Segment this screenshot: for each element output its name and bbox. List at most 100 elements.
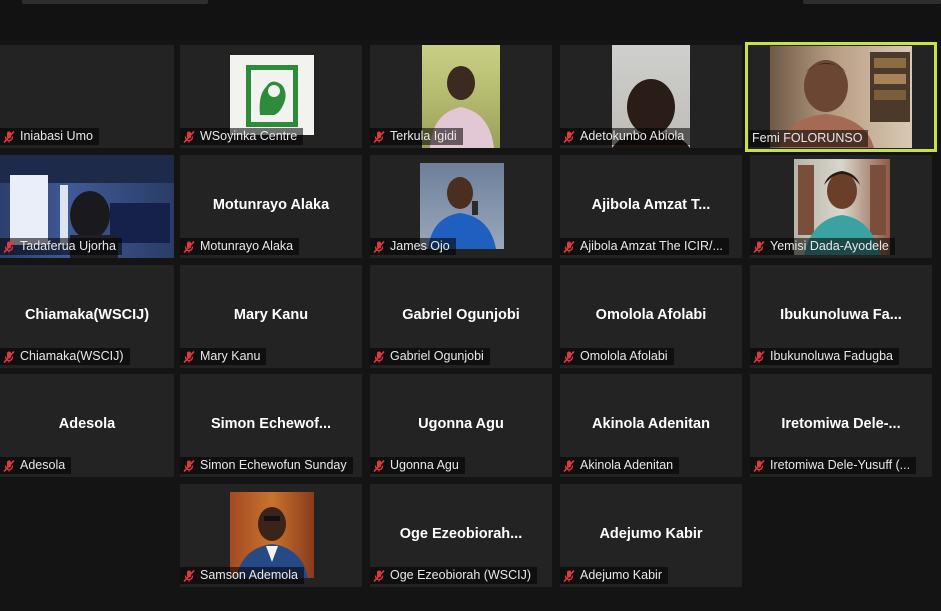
mic-muted-icon (183, 350, 195, 363)
participant-display-name: Motunrayo Alaka (212, 197, 330, 213)
mic-muted-icon (753, 240, 765, 253)
participant-name-label: Mary Kanu (180, 348, 267, 365)
participant-tile[interactable]: Ajibola Amzat T... Ajibola Amzat The ICI… (560, 155, 742, 258)
participant-tile[interactable]: Iniabasi Umo (0, 45, 174, 148)
mic-muted-icon (373, 459, 385, 472)
participant-name-label: Omolola Afolabi (560, 348, 674, 365)
participant-name-label: Gabriel Ogunjobi (370, 348, 490, 365)
mic-muted-icon (3, 240, 15, 253)
mic-muted-icon (753, 350, 765, 363)
participant-name-label: Terkula Igidi (370, 128, 463, 145)
participant-name-label: Adetokunbo Abiola (560, 128, 691, 145)
participant-name-label: James Ojo (370, 238, 456, 255)
mic-muted-icon (183, 459, 195, 472)
mic-muted-icon (3, 459, 15, 472)
participant-name-text: Tadaferua Ujorha (20, 239, 116, 253)
mic-muted-icon (373, 130, 385, 143)
participant-name-label: Adejumo Kabir (560, 567, 668, 584)
participant-display-name: Gabriel Ogunjobi (402, 307, 520, 323)
mic-muted-icon (3, 350, 15, 363)
participant-name-label: Yemisi Dada-Ayodele (750, 238, 895, 255)
mic-muted-icon (373, 569, 385, 582)
mic-muted-icon (563, 240, 575, 253)
participant-tile[interactable]: Samson Ademola (180, 484, 362, 587)
participant-tile[interactable]: Ibukunoluwa Fa... Ibukunoluwa Fadugba (750, 265, 932, 368)
participant-name-text: Iniabasi Umo (20, 129, 93, 143)
participant-display-name: Ibukunoluwa Fa... (780, 307, 902, 323)
mic-muted-icon (183, 130, 195, 143)
mic-muted-icon (183, 569, 195, 582)
participant-name-label: Samson Ademola (180, 567, 304, 584)
participant-name-text: Mary Kanu (200, 349, 261, 363)
mic-muted-icon (373, 350, 385, 363)
participant-display-name: Ajibola Amzat T... (591, 197, 711, 213)
participant-photo-person (236, 507, 308, 578)
participant-tile[interactable]: Akinola Adenitan Akinola Adenitan (560, 374, 742, 477)
participant-display-name: Adesola (58, 416, 116, 432)
participant-display-name: Iretomiwa Dele-... (781, 416, 901, 432)
participant-tile[interactable]: Simon Echewof... Simon Echewofun Sunday (180, 374, 362, 477)
participant-tile-active-speaker[interactable]: Femi FOLORUNSO (745, 42, 937, 152)
participant-display-name: Chiamaka(WSCIJ) (24, 307, 150, 323)
mic-muted-icon (563, 130, 575, 143)
participant-name-text: Akinola Adenitan (580, 458, 674, 472)
participant-name-text: Terkula Igidi (390, 129, 457, 143)
participant-name-text: Samson Ademola (200, 568, 298, 582)
top-bar-segment-left (22, 0, 208, 4)
participant-name-text: Iretomiwa Dele-Yusuff (... (770, 458, 911, 472)
participant-name-label: Motunrayo Alaka (180, 238, 300, 255)
participant-name-text: Gabriel Ogunjobi (390, 349, 484, 363)
participant-name-label: WSoyinka Centre (180, 128, 304, 145)
participant-name-text: James Ojo (390, 239, 450, 253)
mic-muted-icon (183, 240, 195, 253)
participant-photo-person (428, 177, 496, 249)
participant-video (230, 55, 314, 135)
meeting-top-bar (0, 0, 941, 40)
participant-display-name: Ugonna Agu (418, 416, 504, 432)
participant-display-name: Mary Kanu (233, 307, 309, 323)
participant-tile[interactable]: Gabriel Ogunjobi Gabriel Ogunjobi (370, 265, 552, 368)
mic-muted-icon (563, 350, 575, 363)
participant-tile[interactable]: Adetokunbo Abiola (560, 45, 742, 148)
participant-name-text: Yemisi Dada-Ayodele (770, 239, 889, 253)
participant-display-name: Oge Ezeobiorah... (399, 526, 523, 542)
participant-name-label: Adesola (0, 457, 72, 474)
participant-tile[interactable]: Tadaferua Ujorha (0, 155, 174, 258)
participant-name-label: Chiamaka(WSCIJ) (0, 348, 130, 365)
participant-tile[interactable]: Adesola Adesola (0, 374, 174, 477)
participant-name-label: Simon Echewofun Sunday (180, 457, 353, 474)
participant-display-name: Simon Echewof... (210, 416, 332, 432)
participant-name-label: Iniabasi Umo (0, 128, 99, 145)
participant-display-name: Akinola Adenitan (592, 416, 710, 432)
participant-name-text: Femi FOLORUNSO (752, 131, 863, 145)
participant-tile[interactable]: WSoyinka Centre (180, 45, 362, 148)
participant-tile[interactable]: Mary Kanu Mary Kanu (180, 265, 362, 368)
participant-tile[interactable]: Oge Ezeobiorah... Oge Ezeobiorah (WSCIJ) (370, 484, 552, 587)
wsoyinka-logo (246, 65, 298, 127)
participant-name-text: WSoyinka Centre (200, 129, 298, 143)
participant-name-text: Ugonna Agu (390, 458, 459, 472)
participant-tile[interactable]: Terkula Igidi (370, 45, 552, 148)
participant-name-label: Tadaferua Ujorha (0, 238, 122, 255)
participant-name-label: Ugonna Agu (370, 457, 465, 474)
mic-muted-icon (563, 569, 575, 582)
participant-name-text: Adetokunbo Abiola (580, 129, 685, 143)
participant-name-text: Ajibola Amzat The ICIR/... (580, 239, 723, 253)
participant-display-name: Adejumo Kabir (599, 526, 703, 542)
participant-name-text: Omolola Afolabi (580, 349, 668, 363)
participant-tile[interactable]: Chiamaka(WSCIJ) Chiamaka(WSCIJ) (0, 265, 174, 368)
mic-muted-icon (3, 130, 15, 143)
participant-name-text: Oge Ezeobiorah (WSCIJ) (390, 568, 532, 582)
participant-name-text: Ibukunoluwa Fadugba (770, 349, 894, 363)
participant-tile[interactable]: Iretomiwa Dele-... Iretomiwa Dele-Yusuff… (750, 374, 932, 477)
participant-tile[interactable]: Yemisi Dada-Ayodele (750, 155, 932, 258)
participant-tile[interactable]: Omolola Afolabi Omolola Afolabi (560, 265, 742, 368)
mic-muted-icon (753, 459, 765, 472)
participant-tile[interactable]: Adejumo Kabir Adejumo Kabir (560, 484, 742, 587)
participant-tile[interactable]: James Ojo (370, 155, 552, 258)
participant-name-text: Adesola (20, 458, 66, 472)
participant-tile[interactable]: Motunrayo Alaka Motunrayo Alaka (180, 155, 362, 258)
participant-name-label: Oge Ezeobiorah (WSCIJ) (370, 567, 538, 584)
participant-name-text: Simon Echewofun Sunday (200, 458, 347, 472)
participant-tile[interactable]: Ugonna Agu Ugonna Agu (370, 374, 552, 477)
